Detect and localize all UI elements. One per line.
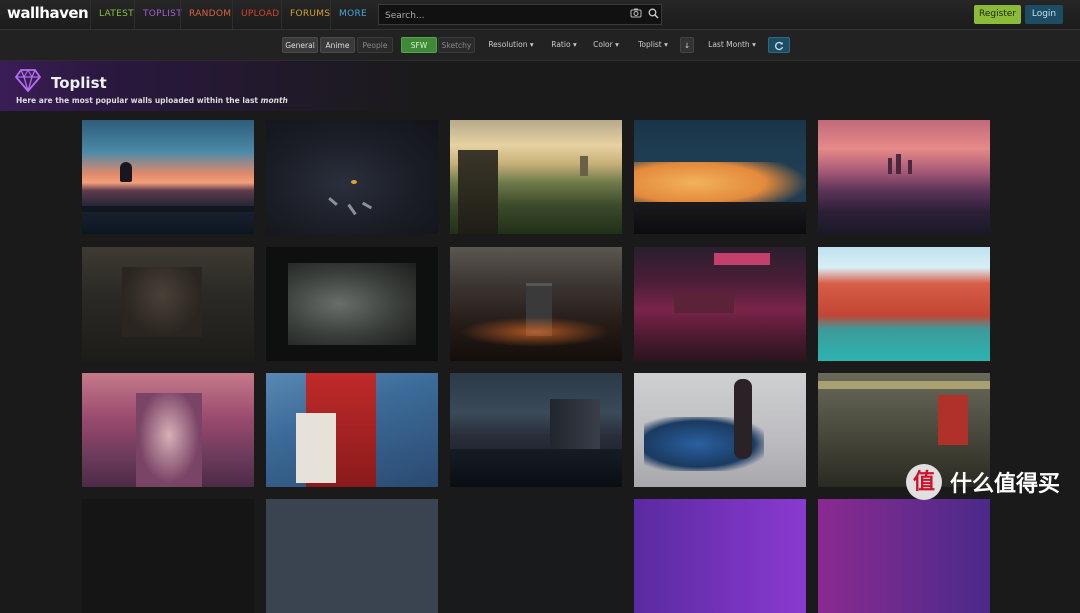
watermark-text: 什么值得买	[950, 472, 1061, 497]
wallpaper-thumbnail[interactable]	[82, 247, 254, 361]
wallpaper-thumbnail[interactable]	[82, 373, 254, 487]
wallpaper-thumbnail[interactable]	[82, 120, 254, 234]
wallpaper-thumbnail[interactable]	[266, 120, 438, 234]
wallpaper-thumbnail[interactable]	[634, 499, 806, 613]
caret-down-icon: ▾	[529, 40, 534, 49]
wallpaper-thumbnail[interactable]	[634, 120, 806, 234]
filter-anime[interactable]: Anime	[320, 37, 355, 53]
subtitle-period: month	[260, 96, 288, 105]
filter-general[interactable]: General	[282, 37, 318, 53]
color-label: Color	[593, 40, 613, 49]
caret-down-icon: ▾	[572, 40, 577, 49]
wallpaper-thumbnail[interactable]	[450, 499, 622, 613]
wallpaper-thumbnail[interactable]	[266, 373, 438, 487]
wallpaper-thumbnail[interactable]	[450, 373, 622, 487]
resolution-dropdown[interactable]: Resolution ▾	[484, 37, 538, 53]
page-title: Toplist	[51, 74, 107, 92]
wallpaper-thumbnail[interactable]	[634, 247, 806, 361]
nav-random[interactable]: Random	[180, 0, 239, 29]
watermark-mark: 值	[906, 464, 942, 500]
nav-more[interactable]: More	[330, 0, 375, 29]
range-label: Last Month	[708, 40, 750, 49]
refresh-button[interactable]	[768, 37, 790, 53]
refresh-icon	[775, 41, 784, 51]
wallpaper-thumbnail[interactable]	[450, 247, 622, 361]
caret-down-icon: ▾	[615, 40, 619, 49]
caret-down-icon: ▾	[752, 40, 756, 49]
range-dropdown[interactable]: Last Month ▾	[706, 37, 758, 53]
filter-sketchy[interactable]: Sketchy	[438, 37, 475, 53]
wallpaper-thumbnail[interactable]	[818, 499, 990, 613]
sort-dropdown[interactable]: Toplist ▾	[634, 37, 672, 53]
order-button[interactable]: ↓	[680, 37, 694, 53]
site-logo[interactable]: wallhaven	[7, 4, 89, 22]
wallpaper-thumbnail[interactable]	[266, 499, 438, 613]
ratio-dropdown[interactable]: Ratio ▾	[548, 37, 580, 53]
top-navbar: wallhaven Latest Toplist Random Upload F…	[0, 0, 1080, 30]
filter-sfw[interactable]: SFW	[401, 37, 437, 53]
filter-bar: General Anime People SFW Sketchy Resolut…	[0, 30, 1080, 61]
wallpaper-thumbnail[interactable]	[634, 373, 806, 487]
caret-down-icon: ▾	[664, 40, 668, 49]
filter-people[interactable]: People	[357, 37, 393, 53]
resolution-label: Resolution	[488, 40, 528, 49]
diamond-icon	[15, 68, 41, 94]
nav-upload[interactable]: Upload	[232, 0, 288, 29]
camera-icon[interactable]	[629, 8, 643, 22]
wallpaper-thumbnail[interactable]	[450, 120, 622, 234]
arrow-down-icon: ↓	[683, 41, 691, 50]
color-dropdown[interactable]: Color ▾	[590, 37, 622, 53]
search-icon[interactable]	[646, 8, 660, 22]
page-subtitle: Here are the most popular walls uploaded…	[16, 96, 288, 105]
sort-label: Toplist	[638, 40, 662, 49]
wallpaper-thumbnail[interactable]	[266, 247, 438, 361]
subtitle-text: Here are the most popular walls uploaded…	[16, 96, 261, 105]
search-box	[378, 4, 662, 25]
wallpaper-thumbnail[interactable]	[818, 247, 990, 361]
login-button[interactable]: Login	[1025, 5, 1063, 24]
register-button[interactable]: Register	[974, 5, 1021, 24]
wallpaper-thumbnail[interactable]	[82, 499, 254, 613]
search-input[interactable]	[383, 7, 627, 24]
ratio-label: Ratio	[551, 40, 571, 49]
wallpaper-thumbnail[interactable]	[818, 120, 990, 234]
